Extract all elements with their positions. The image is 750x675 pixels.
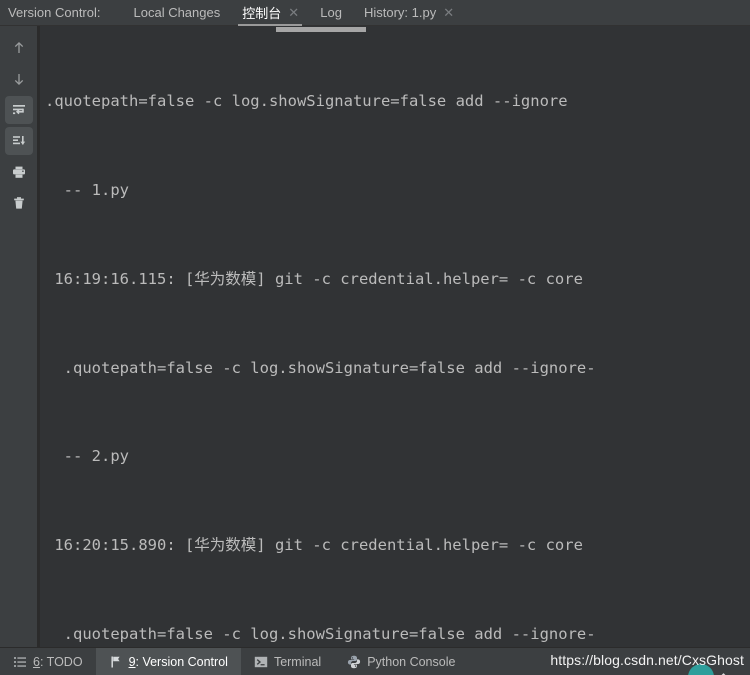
close-icon[interactable]: ✕ [443,6,454,19]
statusbar-label: : Version Control [135,654,228,669]
horizontal-scrollbar-thumb[interactable] [276,27,366,32]
console-line: 16:20:15.890: [华为数模] git -c credential.h… [45,536,583,555]
statusbar-item-todo[interactable]: 6: TODO [0,648,96,675]
clear-all-button[interactable] [5,189,33,217]
printer-icon [11,164,27,180]
statusbar-label: Python Console [367,654,456,669]
statusbar-mnemonic: 9: Version Control [129,655,228,669]
close-icon[interactable]: ✕ [288,6,299,19]
statusbar-label: Terminal [273,654,322,669]
watermark-badge-circle [688,664,714,675]
statusbar-item-version-control[interactable]: 9: Version Control [95,648,241,675]
console-action-toolbar [0,26,38,647]
console-text-content: .quotepath=false -c log.showSignature=fa… [39,26,750,647]
ide-window: Version Control: Local Changes 控制台 ✕ Log… [0,0,750,675]
branch-icon [109,655,123,669]
tab-label: Local Changes [133,5,221,20]
console-body: .quotepath=false -c log.showSignature=fa… [0,26,750,647]
tab-label: Log [320,5,342,20]
tab-console[interactable]: 控制台 ✕ [231,0,309,26]
statusbar-mnemonic: 6: TODO [33,655,83,669]
statusbar-item-python-console[interactable]: Python Console [334,648,468,675]
version-control-tabbar: Version Control: Local Changes 控制台 ✕ Log… [0,0,750,26]
mnemonic-key: 6 [33,654,40,669]
next-occurrence-button[interactable] [5,65,33,93]
console-line: 16:19:16.115: [华为数模] git -c credential.h… [45,269,583,288]
tab-local-changes[interactable]: Local Changes [123,0,232,26]
statusbar-label: : TODO [39,654,83,669]
tab-history-1py[interactable]: History: 1.py ✕ [353,0,464,26]
console-line: .quotepath=false -c log.showSignature=fa… [45,624,596,643]
python-icon [347,655,361,669]
tab-label: 控制台 [242,6,282,21]
soft-wrap-button[interactable] [4,96,33,124]
trash-icon [11,195,27,211]
scroll-to-end-button[interactable] [4,127,33,155]
console-line: .quotepath=false -c log.showSignature=fa… [45,92,568,111]
list-icon [13,655,27,669]
statusbar-item-terminal[interactable]: Terminal [241,648,334,675]
arrow-up-icon [11,40,27,56]
console-line: -- 2.py [45,447,129,466]
scroll-to-end-icon [11,133,27,149]
tab-label: History: 1.py [363,5,437,20]
terminal-icon [254,655,268,669]
print-button[interactable] [5,158,33,186]
console-line: -- 1.py [45,180,129,199]
tool-window-title: Version Control: [8,5,101,20]
console-line: .quotepath=false -c log.showSignature=fa… [45,358,596,377]
previous-occurrence-button[interactable] [5,34,33,62]
mnemonic-key: 9 [128,654,136,669]
arrow-down-icon [11,71,27,87]
tab-log[interactable]: Log [309,0,353,26]
watermark-url: https://blog.csdn.net/CxsGhost [550,652,744,668]
tool-window-statusbar: 6: TODO 9: Version Control Terminal Pyth… [0,647,750,675]
git-console-output[interactable]: .quotepath=false -c log.showSignature=fa… [38,26,750,647]
soft-wrap-icon [11,102,27,118]
